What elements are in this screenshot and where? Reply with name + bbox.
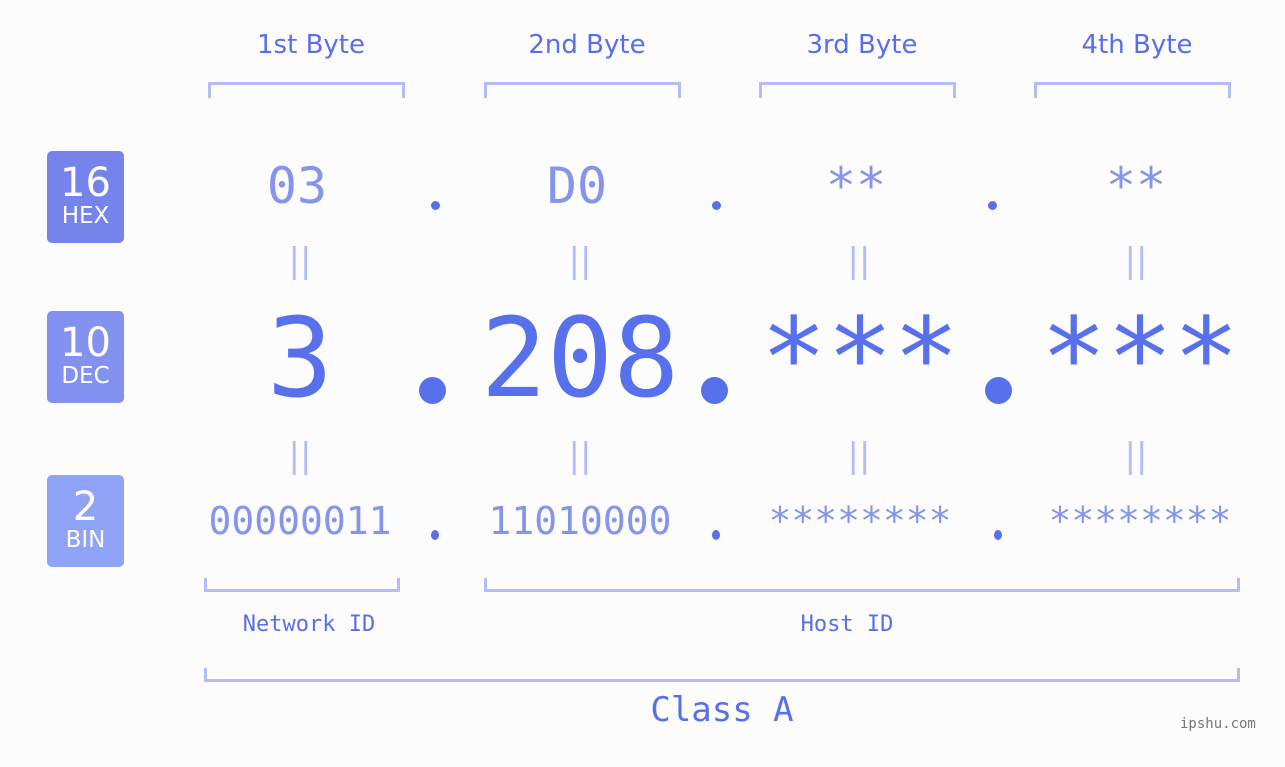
- byte-bracket-3: [759, 82, 956, 98]
- byte-bracket-1: [208, 82, 405, 98]
- bin-badge: 2 BIN: [47, 475, 124, 567]
- bin-value-2: 11010000: [488, 499, 672, 543]
- byte-label-3: 3rd Byte: [806, 30, 918, 60]
- dec-badge-label: DEC: [61, 363, 110, 389]
- byte-bracket-4: [1034, 82, 1231, 98]
- byte-label-2: 2nd Byte: [528, 30, 646, 60]
- dec-value-4: ***: [1040, 294, 1240, 422]
- byte-label-1: 1st Byte: [257, 30, 365, 60]
- hex-value-1: 03: [266, 157, 328, 215]
- bin-badge-label: BIN: [65, 527, 106, 553]
- class-bracket: [204, 668, 1240, 682]
- watermark: ipshu.com: [1180, 716, 1256, 732]
- bin-value-4: ********: [1048, 499, 1232, 543]
- dec-separator-dot-1: [419, 377, 446, 404]
- dec-badge-number: 10: [60, 320, 111, 366]
- hex-separator-dot-3: [988, 201, 997, 210]
- host-id-bracket: [484, 578, 1240, 592]
- dec-separator-dot-2: [701, 377, 728, 404]
- dec-value-3: ***: [760, 294, 960, 422]
- hex-value-4: **: [1105, 157, 1167, 215]
- equals-icon: ||: [288, 436, 312, 476]
- hex-separator-dot-1: [431, 201, 440, 210]
- bin-value-1: 00000011: [208, 499, 392, 543]
- equals-icon: ||: [288, 241, 312, 281]
- bin-separator-dot-1: [431, 530, 439, 540]
- host-id-label: Host ID: [800, 612, 894, 637]
- bin-separator-dot-3: [994, 530, 1002, 540]
- network-id-bracket: [204, 578, 400, 592]
- network-id-label: Network ID: [242, 612, 376, 637]
- dec-value-2: 208: [480, 294, 680, 422]
- equals-icon: ||: [568, 241, 592, 281]
- equals-icon: ||: [1124, 241, 1148, 281]
- hex-value-2: D0: [546, 157, 608, 215]
- equals-icon: ||: [847, 436, 871, 476]
- hex-badge-number: 16: [60, 160, 111, 206]
- byte-label-4: 4th Byte: [1081, 30, 1193, 60]
- equals-icon: ||: [847, 241, 871, 281]
- hex-value-3: **: [825, 157, 887, 215]
- dec-separator-dot-3: [985, 377, 1012, 404]
- equals-icon: ||: [1124, 436, 1148, 476]
- class-label: Class A: [650, 690, 794, 730]
- equals-icon: ||: [568, 436, 592, 476]
- hex-separator-dot-2: [712, 201, 721, 210]
- bin-separator-dot-2: [712, 530, 720, 540]
- dec-value-1: 3: [266, 294, 334, 422]
- bin-badge-number: 2: [72, 484, 99, 530]
- dec-badge: 10 DEC: [47, 311, 124, 403]
- hex-badge: 16 HEX: [47, 151, 124, 243]
- hex-badge-label: HEX: [61, 203, 110, 229]
- bin-value-3: ********: [768, 499, 952, 543]
- byte-bracket-2: [484, 82, 681, 98]
